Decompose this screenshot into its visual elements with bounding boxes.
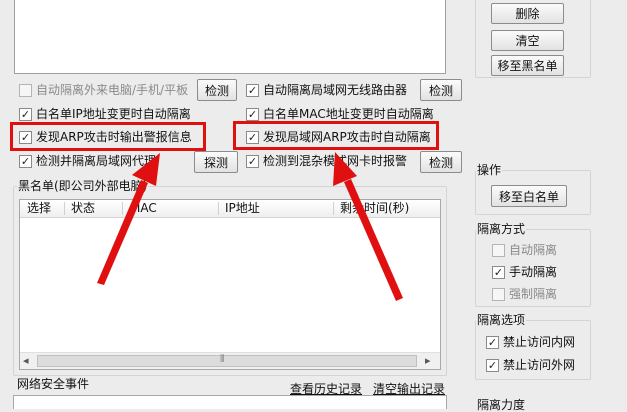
arrow-left-shaft <box>97 180 148 285</box>
arrow-left <box>97 153 160 285</box>
arrow-right-head <box>333 152 357 186</box>
arrow-right-shaft <box>344 179 403 301</box>
annotation-arrows <box>97 152 403 301</box>
arrow-right <box>333 152 403 301</box>
arrow-left-head <box>132 153 160 186</box>
